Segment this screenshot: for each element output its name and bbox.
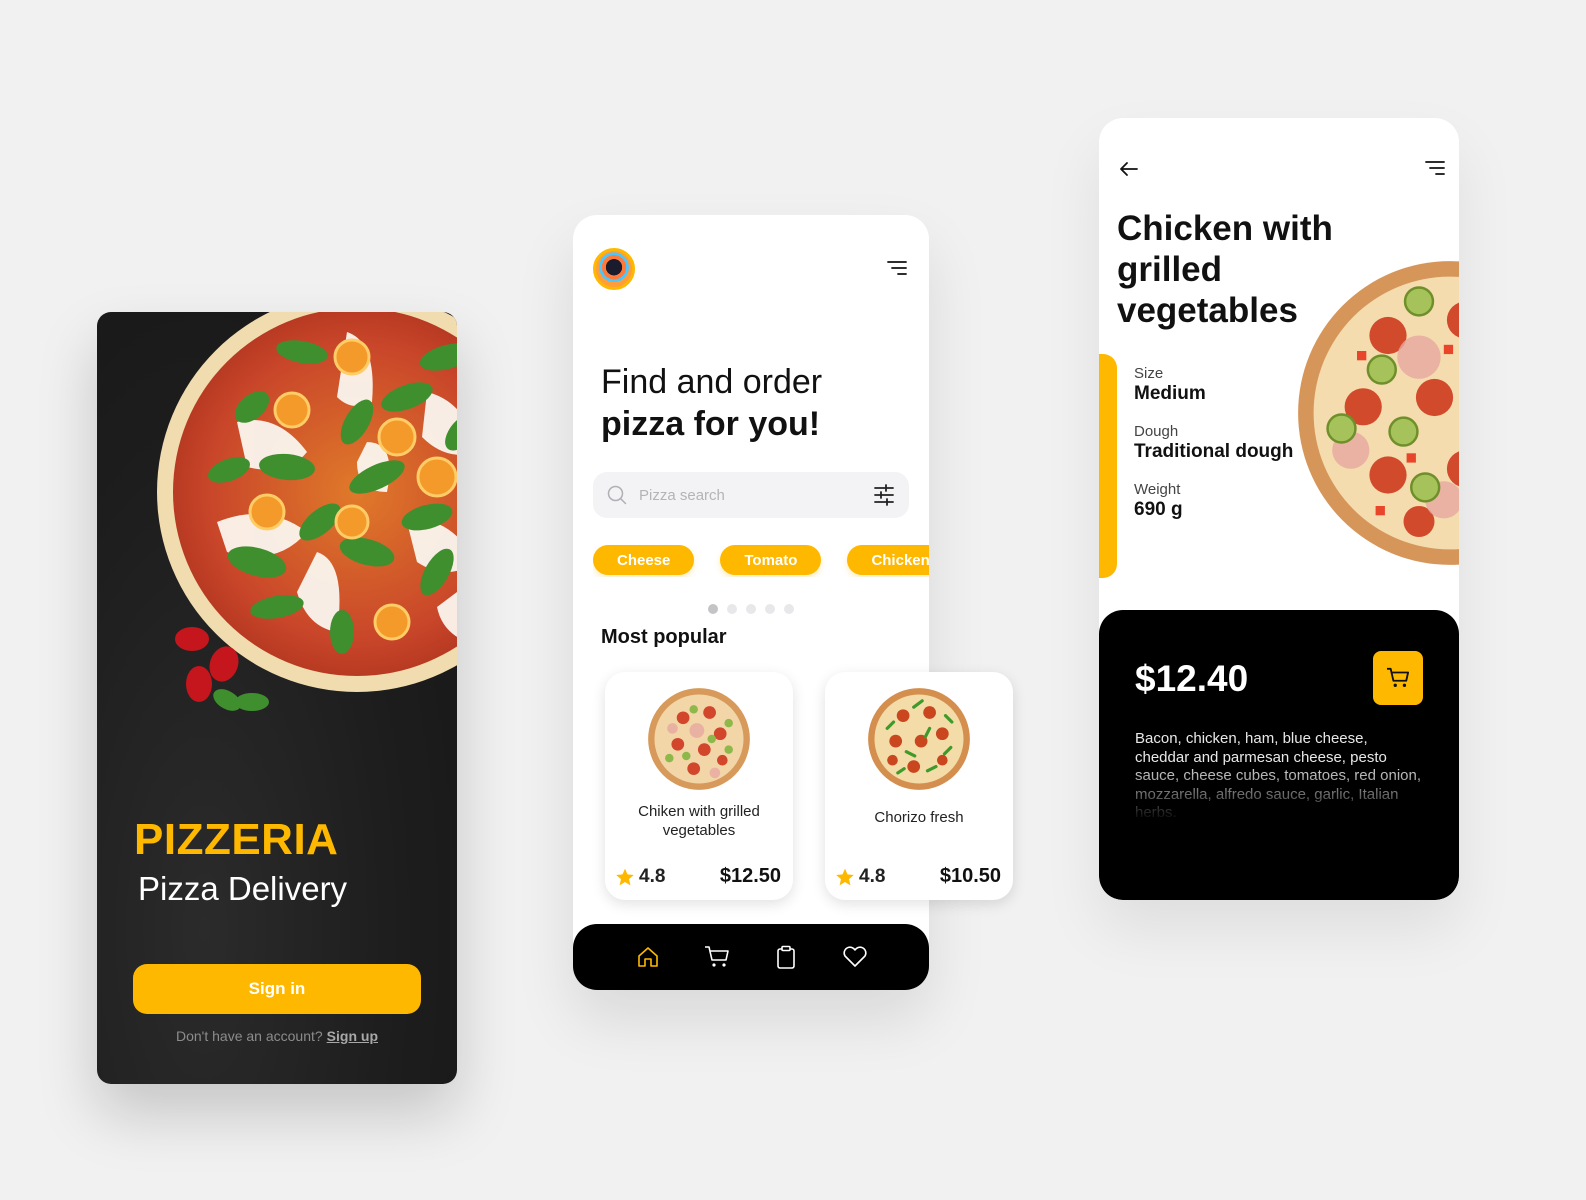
product-price: $12.40	[1135, 658, 1249, 699]
purchase-panel: $12.40 Bacon, chicken, ham, blue cheese,…	[1099, 610, 1459, 900]
spec-value: Traditional dough	[1134, 441, 1294, 462]
search-input[interactable]	[639, 486, 873, 504]
product-rating: 4.8	[615, 866, 665, 888]
page-headline: Find and order pizza for you!	[601, 361, 822, 445]
carousel-dot[interactable]	[784, 604, 794, 614]
no-account-text: Don't have an account?	[176, 1028, 323, 1044]
add-to-cart-button[interactable]	[1373, 651, 1423, 705]
carousel-dot[interactable]	[765, 604, 775, 614]
category-chip-chicken[interactable]: Chicken	[847, 545, 929, 575]
category-chip-tomato[interactable]: Tomato	[720, 545, 822, 575]
category-chips: Cheese Tomato Chicken	[593, 545, 929, 577]
brand-tagline: Pizza Delivery	[138, 870, 348, 907]
nav-orders-button[interactable]	[771, 942, 801, 972]
product-description: Bacon, chicken, ham, blue cheese, chedda…	[1135, 730, 1422, 821]
product-image	[868, 688, 970, 790]
hero-pizza-image	[157, 312, 457, 711]
back-button[interactable]	[1117, 158, 1141, 182]
carousel-dot[interactable]	[708, 604, 718, 614]
product-card[interactable]: Chorizo fresh 4.8 $10.50	[825, 672, 1013, 900]
nav-cart-button[interactable]	[702, 942, 732, 972]
carousel-indicator	[573, 604, 929, 614]
spec-value: 690 g	[1134, 499, 1183, 520]
spec-dough: Dough Traditional dough	[1134, 423, 1294, 463]
nav-home-button[interactable]	[633, 942, 663, 972]
menu-icon[interactable]	[1425, 160, 1445, 176]
spec-size: Size Medium	[1134, 365, 1294, 405]
cart-icon	[704, 946, 729, 967]
clipboard-icon	[776, 945, 795, 969]
search-bar	[593, 472, 909, 518]
product-detail-screen: Chicken with grilled vegetables Size Med…	[1099, 118, 1459, 900]
spec-label: Size	[1134, 365, 1164, 382]
signup-prompt: Don't have an account? Sign up	[97, 1028, 457, 1044]
product-image	[648, 688, 750, 790]
brand-title: PIZZERIA	[134, 815, 339, 864]
sign-up-link[interactable]: Sign up	[327, 1028, 378, 1044]
product-price: $10.50	[939, 865, 1001, 887]
carousel-dot[interactable]	[727, 604, 737, 614]
home-icon	[637, 947, 658, 967]
filter-sliders-icon[interactable]	[873, 484, 895, 506]
product-name: Chiken with grilled vegetables	[638, 803, 760, 839]
rating-value: 4.8	[859, 866, 886, 887]
star-icon	[616, 868, 634, 886]
menu-icon[interactable]	[887, 260, 907, 276]
section-title: Most popular	[601, 626, 727, 648]
arrow-left-icon	[1120, 162, 1138, 176]
product-image	[1298, 261, 1459, 565]
spec-weight: Weight 690 g	[1134, 481, 1294, 521]
spec-label: Weight	[1134, 481, 1181, 498]
heart-icon	[842, 946, 867, 967]
home-screen: Find and order pizza for you! Cheese Tom…	[573, 215, 1013, 990]
carousel-dot[interactable]	[746, 604, 756, 614]
headline-line1: Find and order	[601, 363, 823, 401]
product-rating: 4.8	[835, 866, 885, 888]
spec-label: Dough	[1134, 423, 1179, 440]
splash-screen: PIZZERIA Pizza Delivery Sign in Don't ha…	[97, 312, 457, 1084]
star-icon	[836, 868, 854, 886]
headline-line2: pizza for you!	[601, 405, 821, 443]
category-chip-cheese[interactable]: Cheese	[593, 545, 695, 575]
user-avatar[interactable]	[593, 248, 635, 290]
bottom-navigation	[573, 924, 929, 990]
sign-in-button[interactable]: Sign in	[133, 964, 421, 1014]
rating-value: 4.8	[639, 866, 666, 887]
product-price: $12.50	[719, 865, 781, 887]
product-card[interactable]: Chiken with grilled vegetables 4.8 $12.5…	[605, 672, 793, 900]
nav-favorites-button[interactable]	[840, 942, 870, 972]
accent-bar	[1099, 354, 1117, 578]
product-specs: Size Medium Dough Traditional dough Weig…	[1134, 365, 1294, 539]
spec-value: Medium	[1134, 383, 1206, 404]
product-name: Chorizo fresh	[874, 809, 964, 826]
search-icon	[607, 485, 627, 505]
cart-icon	[1387, 667, 1409, 687]
